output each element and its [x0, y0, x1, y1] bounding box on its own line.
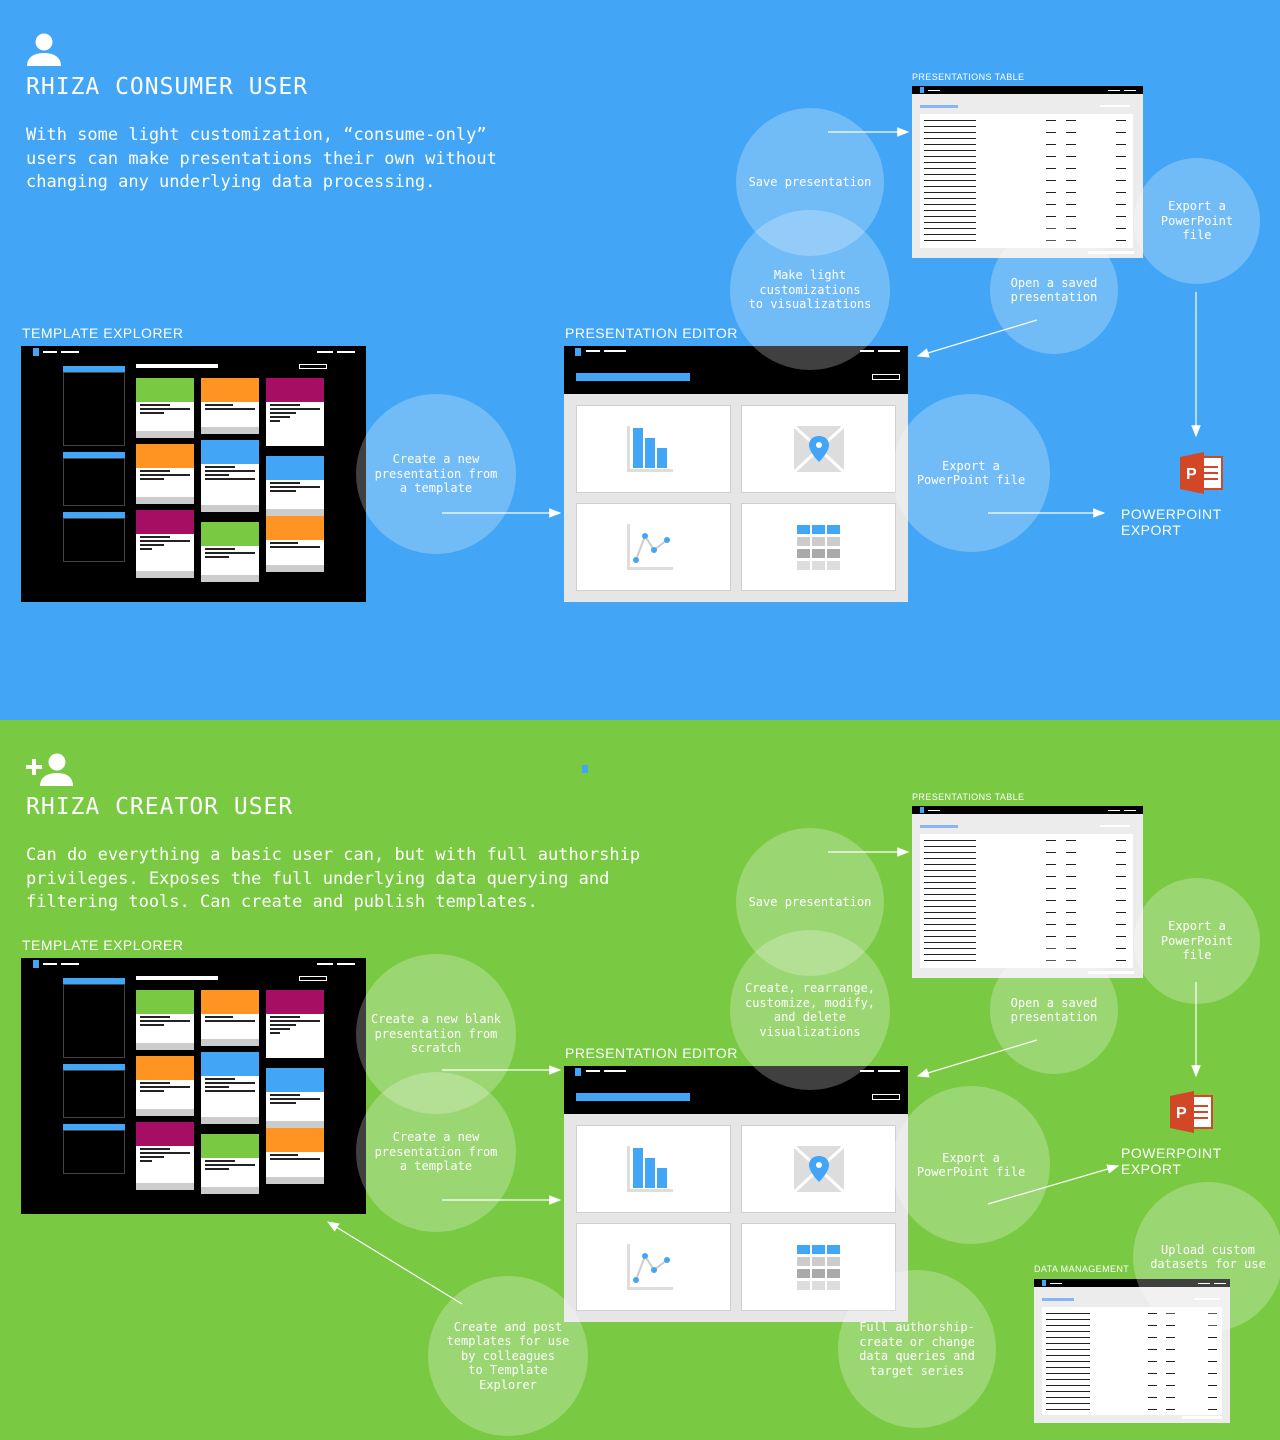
powerpoint-export-label: POWERPOINT EXPORT [1121, 506, 1222, 538]
person-add-icon [26, 753, 73, 786]
creator-title: RHIZA CREATOR USER [26, 794, 294, 820]
map-tile [741, 1125, 896, 1213]
bubble-create-visualizations: Create, rearrange, customize, modify, an… [730, 930, 890, 1090]
bubble-open-saved-presentation: Open a saved presentation [990, 226, 1118, 354]
map-icon [792, 424, 846, 474]
presentations-table-label: PRESENTATIONS TABLE [912, 792, 1025, 802]
data-management-label: DATA MANAGEMENT [1034, 1264, 1130, 1274]
app-logo [33, 348, 39, 356]
bubble-make-light-customizations: Make light customizations to visualizati… [730, 210, 890, 370]
map-tile [741, 405, 896, 493]
line-chart-icon [627, 1244, 673, 1290]
template-explorer-label: TEMPLATE EXPLORER [22, 937, 184, 953]
app-logo [575, 1068, 581, 1076]
bubble-export-powerpoint-mid: Export a PowerPoint file [892, 394, 1050, 552]
template-explorer-mock [21, 346, 366, 602]
presentation-editor-mock [564, 1066, 908, 1322]
bar-chart-icon [627, 426, 673, 472]
consumer-description: With some light customization, “consume-… [26, 125, 497, 192]
powerpoint-icon: P [1170, 1091, 1213, 1133]
marker-square [582, 765, 588, 773]
person-icon [27, 33, 61, 66]
bubble-export-powerpoint-top: Export a PowerPoint file [1134, 878, 1260, 1004]
svg-text:P: P [1176, 1105, 1187, 1122]
bubble-create-from-template: Create a new presentation from a templat… [356, 1072, 516, 1232]
bar-chart-tile [576, 405, 731, 493]
bar-chart-icon [627, 1146, 673, 1192]
bubble-full-authorship: Full authorship- create or change data q… [838, 1270, 996, 1428]
bubble-open-saved-presentation: Open a saved presentation [990, 946, 1118, 1074]
presentation-editor-label: PRESENTATION EDITOR [565, 1045, 738, 1061]
bar-chart-tile [576, 1125, 731, 1213]
creator-section: RHIZA CREATOR USER Can do everything a b… [0, 720, 1280, 1440]
presentation-editor-label: PRESENTATION EDITOR [565, 325, 738, 341]
bubble-create-post-templates: Create and post templates for use by col… [428, 1276, 588, 1436]
line-chart-icon [627, 524, 673, 570]
bubble-create-from-template: Create a new presentation from a templat… [356, 394, 516, 554]
app-logo [575, 348, 581, 356]
bubble-export-powerpoint-top: Export a PowerPoint file [1134, 158, 1260, 284]
bubble-export-powerpoint-mid: Export a PowerPoint file [892, 1086, 1050, 1244]
template-explorer-mock [21, 958, 366, 1214]
svg-text:P: P [1186, 466, 1197, 483]
creator-description: Can do everything a basic user can, but … [26, 845, 641, 912]
table-tile [741, 503, 896, 591]
bubble-upload-datasets: Upload custom datasets for use [1133, 1182, 1280, 1332]
template-explorer-label: TEMPLATE EXPLORER [22, 325, 184, 341]
line-chart-tile [576, 503, 731, 591]
powerpoint-icon: P [1180, 452, 1223, 494]
presentations-table-label: PRESENTATIONS TABLE [912, 72, 1025, 82]
table-icon [797, 525, 840, 570]
powerpoint-export-label: POWERPOINT EXPORT [1121, 1145, 1222, 1177]
presentation-editor-mock [564, 346, 908, 602]
consumer-title: RHIZA CONSUMER USER [26, 74, 309, 100]
consumer-section: RHIZA CONSUMER USER With some light cust… [0, 0, 1280, 720]
map-icon [792, 1144, 846, 1194]
line-chart-tile [576, 1223, 731, 1311]
app-logo [33, 960, 39, 968]
